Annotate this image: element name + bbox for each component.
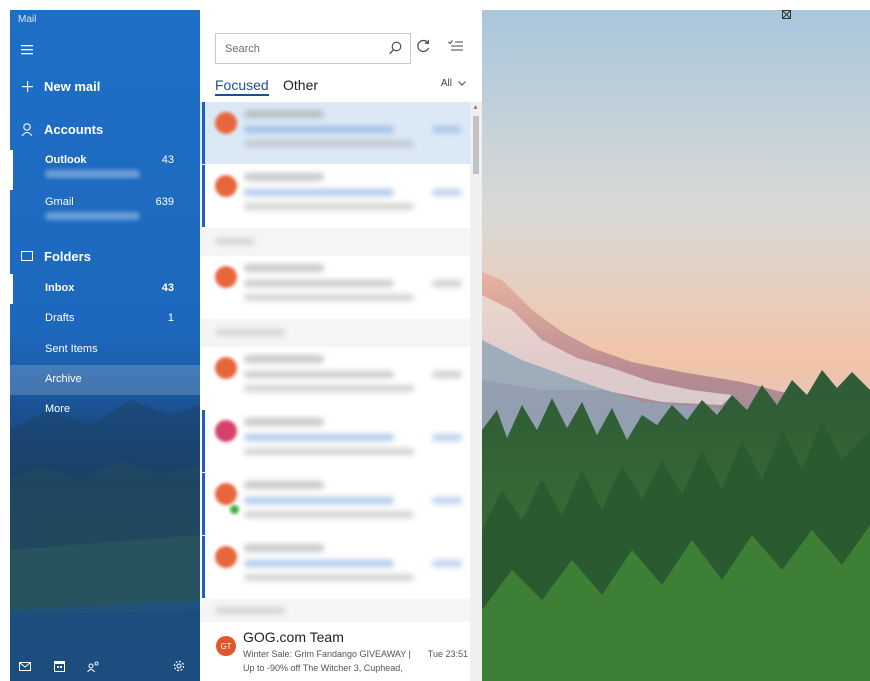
- message-list-pane: Search Focused Other All GT GOG.com Team…: [200, 10, 482, 681]
- app-title: Mail: [18, 14, 37, 25]
- folder-icon: [10, 251, 44, 261]
- filter-dropdown[interactable]: All: [441, 78, 466, 89]
- folder-count: 1: [167, 312, 174, 324]
- badge-icon: [230, 505, 239, 514]
- folder-name: Archive: [45, 373, 82, 385]
- maximize-button[interactable]: [782, 10, 850, 36]
- settings-icon[interactable]: [164, 651, 194, 681]
- person-icon: [10, 122, 44, 136]
- account-outlook[interactable]: Outlook 43: [10, 150, 200, 190]
- folders-label: Folders: [44, 248, 91, 264]
- account-address-redacted: [45, 170, 140, 178]
- list-item[interactable]: [200, 473, 470, 535]
- background-landscape-image: [482, 10, 870, 681]
- avatar: [215, 420, 237, 442]
- folder-archive[interactable]: Archive: [10, 365, 200, 395]
- hamburger-menu-button[interactable]: [14, 40, 40, 60]
- new-mail-label: New mail: [44, 78, 101, 94]
- date-group-header: [200, 319, 470, 347]
- close-button[interactable]: [782, 10, 870, 36]
- hamburger-icon: [21, 45, 33, 55]
- avatar: [215, 112, 237, 134]
- chevron-down-icon: [458, 81, 466, 86]
- search-icon[interactable]: [389, 41, 402, 60]
- folder-name: More: [45, 403, 71, 415]
- account-unread-count: 43: [161, 154, 174, 166]
- date-group-header: [200, 599, 470, 622]
- folder-drafts[interactable]: Drafts 1: [10, 304, 200, 334]
- account-gmail[interactable]: Gmail 639: [10, 192, 200, 232]
- folder-count: 43: [161, 282, 174, 294]
- folder-name: Inbox: [45, 282, 75, 294]
- calendar-icon[interactable]: [44, 651, 74, 681]
- scrollbar-thumb[interactable]: [473, 116, 479, 174]
- select-mode-icon[interactable]: [448, 39, 464, 58]
- navigation-pane: Mail New mail Accounts Outlook 43 Gmail …: [10, 10, 200, 681]
- message-sender: GOG.com Team: [243, 629, 344, 645]
- search-input[interactable]: Search: [215, 33, 411, 64]
- account-name: Outlook: [45, 154, 87, 166]
- list-item[interactable]: [200, 410, 470, 472]
- folder-name: Drafts: [45, 312, 75, 324]
- avatar: [215, 357, 237, 379]
- account-unread-count: 639: [155, 196, 174, 208]
- accounts-heading[interactable]: Accounts: [10, 117, 200, 141]
- list-item[interactable]: [200, 102, 470, 164]
- date-group-header: [200, 228, 470, 256]
- people-icon[interactable]: [78, 651, 108, 681]
- scroll-up-icon[interactable]: ▲: [472, 104, 479, 111]
- list-item[interactable]: [200, 165, 470, 227]
- filter-label: All: [440, 78, 452, 89]
- reading-pane: [482, 10, 870, 681]
- tab-other[interactable]: Other: [283, 77, 318, 93]
- plus-icon: [10, 80, 44, 92]
- folder-sent-items[interactable]: Sent Items: [10, 335, 200, 365]
- avatar: [215, 266, 237, 288]
- new-mail-button[interactable]: New mail: [10, 74, 200, 98]
- close-icon: [782, 10, 791, 19]
- message-preview: Up to -90% off The Witcher 3, Cuphead,: [243, 663, 403, 673]
- list-item[interactable]: [200, 347, 470, 409]
- sync-icon[interactable]: [415, 38, 431, 59]
- accounts-label: Accounts: [44, 121, 104, 137]
- list-item[interactable]: [200, 256, 470, 318]
- avatar: [215, 483, 237, 505]
- folder-name: Sent Items: [45, 343, 98, 355]
- window-controls: [782, 10, 870, 36]
- account-name: Gmail: [45, 196, 74, 208]
- app-switcher-bar: [10, 651, 200, 681]
- list-item-gog[interactable]: GT GOG.com Team Winter Sale: Grim Fandan…: [200, 622, 470, 681]
- avatar: [215, 175, 237, 197]
- tab-focused[interactable]: Focused: [215, 77, 269, 96]
- avatar: GT: [216, 636, 236, 656]
- folder-inbox[interactable]: Inbox 43: [10, 274, 200, 304]
- avatar: [215, 546, 237, 568]
- message-subject: Winter Sale: Grim Fandango GIVEAWAY |: [243, 649, 411, 659]
- account-address-redacted: [45, 212, 140, 220]
- folders-heading[interactable]: Folders: [10, 244, 200, 268]
- search-placeholder: Search: [225, 43, 260, 55]
- folder-more[interactable]: More: [10, 395, 200, 425]
- list-item[interactable]: [200, 536, 470, 598]
- message-list: GT GOG.com Team Winter Sale: Grim Fandan…: [200, 102, 482, 681]
- message-time: Tue 23:51: [427, 649, 468, 659]
- message-list-scrollbar[interactable]: ▲: [470, 102, 482, 681]
- mail-icon[interactable]: [10, 651, 40, 681]
